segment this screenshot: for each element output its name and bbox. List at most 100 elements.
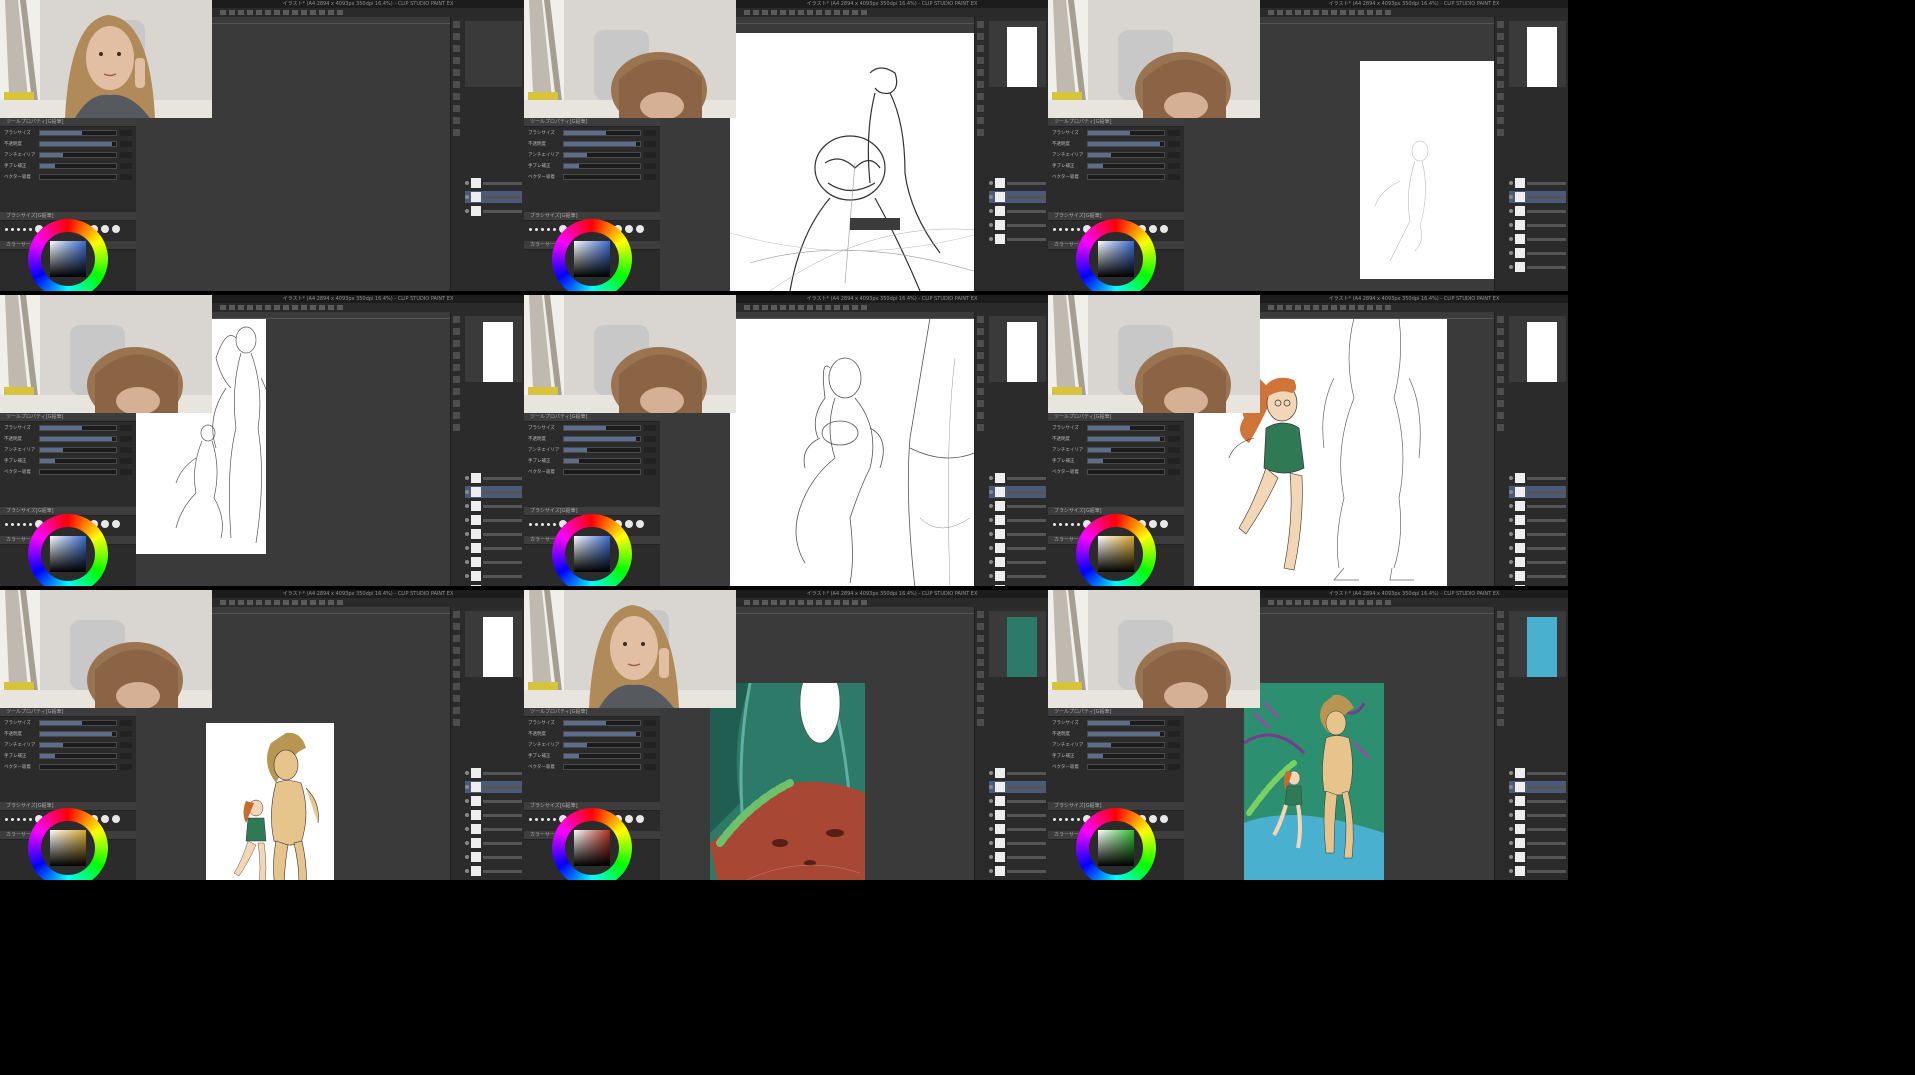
- eye-icon[interactable]: [1509, 518, 1513, 522]
- brush-size-preset[interactable]: [1071, 523, 1074, 526]
- command-icon[interactable]: [328, 10, 334, 15]
- property-slider[interactable]: [1087, 720, 1165, 726]
- property-value[interactable]: [644, 130, 656, 136]
- property-slider[interactable]: [39, 742, 117, 748]
- eye-icon[interactable]: [1509, 195, 1513, 199]
- eye-icon[interactable]: [989, 841, 993, 845]
- layer-row[interactable]: [1509, 233, 1566, 245]
- eye-icon[interactable]: [1509, 574, 1513, 578]
- panel-icon[interactable]: [977, 659, 984, 666]
- brush-size-preset[interactable]: [17, 228, 20, 231]
- panel-icon[interactable]: [977, 117, 984, 124]
- property-row[interactable]: アンチエイリアス: [1052, 150, 1180, 160]
- panel-icon[interactable]: [977, 316, 984, 323]
- command-icon[interactable]: [283, 305, 289, 310]
- command-icon[interactable]: [1376, 305, 1382, 310]
- canvas-paper[interactable]: [730, 318, 975, 586]
- command-icon[interactable]: [337, 305, 343, 310]
- panel-icon[interactable]: [453, 635, 460, 642]
- property-slider[interactable]: [563, 753, 641, 759]
- brush-size-preset[interactable]: [1160, 225, 1168, 233]
- panel-icon[interactable]: [453, 388, 460, 395]
- layer-row[interactable]: [1509, 205, 1566, 217]
- color-wheel[interactable]: [28, 808, 108, 880]
- color-wheel[interactable]: [552, 219, 632, 291]
- layer-row[interactable]: [989, 879, 1046, 880]
- layer-row[interactable]: [989, 177, 1046, 189]
- command-icon[interactable]: [1268, 10, 1274, 15]
- command-icon[interactable]: [789, 600, 795, 605]
- layer-row[interactable]: [989, 472, 1046, 484]
- panel-icon[interactable]: [977, 328, 984, 335]
- panel-icon[interactable]: [453, 707, 460, 714]
- color-wheel[interactable]: [1076, 808, 1156, 880]
- property-value[interactable]: [644, 152, 656, 158]
- property-value[interactable]: [644, 731, 656, 737]
- eye-icon[interactable]: [989, 785, 993, 789]
- property-row[interactable]: 手ブレ補正: [4, 456, 132, 466]
- layer-list[interactable]: [1509, 767, 1566, 876]
- panel-icon[interactable]: [977, 719, 984, 726]
- property-value[interactable]: [120, 425, 132, 431]
- eye-icon[interactable]: [1509, 209, 1513, 213]
- eye-icon[interactable]: [989, 490, 993, 494]
- property-slider[interactable]: [1087, 458, 1165, 464]
- command-icon[interactable]: [274, 305, 280, 310]
- command-icon[interactable]: [1277, 305, 1283, 310]
- property-value[interactable]: [120, 458, 132, 464]
- eye-icon[interactable]: [1509, 546, 1513, 550]
- command-icon[interactable]: [301, 305, 307, 310]
- layer-list[interactable]: [465, 472, 522, 586]
- canvas-paper[interactable]: [1360, 61, 1495, 279]
- command-icon[interactable]: [825, 305, 831, 310]
- panel-icon[interactable]: [453, 81, 460, 88]
- layer-row[interactable]: [989, 837, 1046, 849]
- navigator-panel[interactable]: [465, 611, 522, 677]
- command-icon[interactable]: [852, 305, 858, 310]
- layer-row[interactable]: [1509, 528, 1566, 540]
- color-wheel[interactable]: [552, 514, 632, 586]
- brush-size-preset[interactable]: [5, 818, 8, 821]
- eye-icon[interactable]: [989, 181, 993, 185]
- command-icon[interactable]: [1295, 305, 1301, 310]
- property-value[interactable]: [120, 469, 132, 475]
- panel-icon[interactable]: [453, 129, 460, 136]
- panel-icon[interactable]: [977, 707, 984, 714]
- eye-icon[interactable]: [465, 827, 469, 831]
- eye-icon[interactable]: [989, 532, 993, 536]
- panel-icon[interactable]: [453, 623, 460, 630]
- command-icon[interactable]: [771, 10, 777, 15]
- brush-size-preset[interactable]: [1160, 815, 1168, 823]
- layer-row[interactable]: [465, 570, 522, 582]
- layer-row[interactable]: [465, 837, 522, 849]
- panel-icon[interactable]: [1497, 683, 1504, 690]
- property-value[interactable]: [1168, 425, 1180, 431]
- property-value[interactable]: [1168, 731, 1180, 737]
- property-value[interactable]: [120, 753, 132, 759]
- command-icon[interactable]: [1295, 10, 1301, 15]
- panel-icon[interactable]: [977, 340, 984, 347]
- brush-size-preset[interactable]: [529, 818, 532, 821]
- property-value[interactable]: [1168, 174, 1180, 180]
- property-slider[interactable]: [39, 141, 117, 147]
- command-icon[interactable]: [220, 305, 226, 310]
- command-icon[interactable]: [1358, 305, 1364, 310]
- brush-size-preset[interactable]: [529, 228, 532, 231]
- command-icon[interactable]: [247, 600, 253, 605]
- navigator-panel[interactable]: [465, 21, 522, 87]
- color-wheel[interactable]: [1076, 219, 1156, 291]
- navigator-panel[interactable]: [1509, 611, 1566, 677]
- command-icon[interactable]: [265, 305, 271, 310]
- panel-icon[interactable]: [1497, 105, 1504, 112]
- command-icon[interactable]: [274, 600, 280, 605]
- command-icon[interactable]: [807, 600, 813, 605]
- eye-icon[interactable]: [989, 476, 993, 480]
- property-row[interactable]: ブラシサイズ: [4, 128, 132, 138]
- property-row[interactable]: ブラシサイズ: [1052, 128, 1180, 138]
- brush-size-preset[interactable]: [535, 523, 538, 526]
- navigator-thumbnail[interactable]: [1007, 322, 1037, 382]
- command-bar[interactable]: [212, 303, 524, 312]
- layer-row[interactable]: [465, 528, 522, 540]
- command-icon[interactable]: [1322, 600, 1328, 605]
- brush-size-preset[interactable]: [1059, 523, 1062, 526]
